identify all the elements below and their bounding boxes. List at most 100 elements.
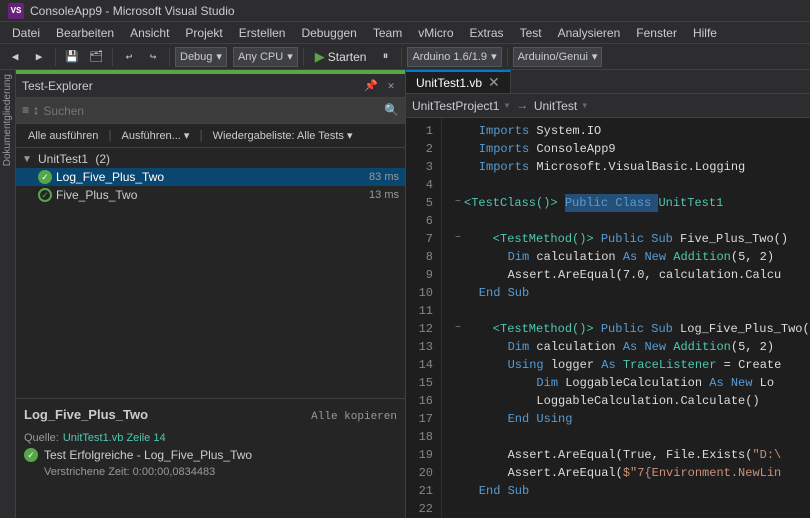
filter-icon: ≡ (22, 104, 29, 118)
details-title: Log_Five_Plus_Two (24, 407, 148, 422)
test-explorer-header: Test-Explorer 📌 ✕ (16, 74, 405, 98)
code-line-17: End Using (450, 410, 802, 428)
toolbar-sep-2 (112, 48, 113, 66)
test-explorer-panel: Test-Explorer 📌 ✕ ≡ ↕ 🔍 Alle ausführen |… (16, 70, 406, 518)
history-btn[interactable]: Wiedergabeliste: Alle Tests ▾ (207, 127, 359, 144)
code-line-16: LoggableCalculation.Calculate() (450, 392, 802, 410)
search-icons: ≡ ↕ (22, 104, 39, 118)
history-chevron-icon: ▾ (347, 130, 353, 142)
code-area: 123456789101112131415161718192021222324 … (406, 118, 810, 518)
menu-item-vmicro[interactable]: vMicro (410, 24, 461, 42)
code-line-19: Assert.AreEqual(True, File.Exists("D:\ (450, 446, 802, 464)
code-line-21: End Sub (450, 482, 802, 500)
board-chevron: ▾ (592, 50, 598, 63)
expand-btn-5[interactable]: − (452, 197, 464, 209)
code-line-9: Assert.AreEqual(7.0, calculation.Calcu (450, 266, 802, 284)
code-line-2: Imports ConsoleApp9 (450, 140, 802, 158)
toolbar-sep-4 (303, 48, 304, 66)
test-name-log: Log_Five_Plus_Two (56, 170, 365, 184)
pin-btn[interactable]: 📌 (363, 78, 379, 94)
editor-tab-unittest[interactable]: UnitTest1.vb ✕ (406, 70, 511, 93)
copy-all-btn[interactable]: Alle kopieren (311, 411, 397, 423)
menu-item-analysieren[interactable]: Analysieren (550, 24, 629, 42)
run-chevron-icon: ▾ (184, 130, 190, 142)
success-icon: ✓ (24, 448, 38, 462)
save-all-btn[interactable]: 🗂 (85, 46, 107, 68)
expand-btn-7[interactable]: − (452, 233, 464, 245)
toolbar: ◀ ▶ 💾 🗂 ↩ ↪ Debug ▾ Any CPU ▾ ▶ Starten … (0, 44, 810, 70)
group-name: UnitTest1 (38, 152, 88, 166)
test-name-five: Five_Plus_Two (56, 188, 365, 202)
test-status-outline-icon: ✓ (38, 188, 52, 202)
nav-class-chevron-icon: ▾ (581, 98, 588, 113)
code-content[interactable]: Imports System.IO Imports ConsoleApp9 Im… (442, 118, 810, 518)
device-chevron: ▾ (491, 50, 497, 63)
tree-group-header[interactable]: ▼ UnitTest1 (2) (16, 150, 405, 168)
save-btn[interactable]: 💾 (61, 46, 83, 68)
test-time-log: 83 ms (369, 171, 399, 183)
tab-close-btn[interactable]: ✕ (488, 74, 500, 91)
redo-btn[interactable]: ↪ (142, 46, 164, 68)
menu-item-projekt[interactable]: Projekt (177, 24, 230, 42)
code-line-12: − <TestMethod()> Public Sub Log_Five_Plu… (450, 320, 802, 338)
board-label: Arduino/Genui (518, 51, 588, 63)
code-line-8: Dim calculation As New Addition(5, 2) (450, 248, 802, 266)
menu-item-team[interactable]: Team (365, 24, 410, 42)
run-all-btn[interactable]: Alle ausführen (22, 128, 104, 144)
details-time: Verstrichene Zeit: 0:00:00,0834483 (24, 466, 397, 478)
menu-item-bearbeiten[interactable]: Bearbeiten (48, 24, 122, 42)
forward-btn[interactable]: ▶ (28, 46, 50, 68)
tree-item-log-five-plus-two[interactable]: ✓ Log_Five_Plus_Two 83 ms (16, 168, 405, 186)
search-icon: 🔍 (384, 103, 399, 118)
code-line-5: −<TestClass()> Public Class UnitTest1 (450, 194, 802, 212)
platform-label: Any CPU (238, 51, 283, 63)
code-line-3: Imports Microsoft.VisualBasic.Logging (450, 158, 802, 176)
test-tree: ▼ UnitTest1 (2) ✓ Log_Five_Plus_Two 83 m… (16, 148, 405, 398)
source-label: Quelle: (24, 432, 59, 444)
close-panel-btn[interactable]: ✕ (383, 78, 399, 94)
board-dropdown[interactable]: Arduino/Genui ▾ (513, 47, 603, 67)
code-line-13: Dim calculation As New Addition(5, 2) (450, 338, 802, 356)
tree-item-five-plus-two[interactable]: ✓ Five_Plus_Two 13 ms (16, 186, 405, 204)
menu-item-extras[interactable]: Extras (462, 24, 512, 42)
run-selected-btn[interactable]: Ausführen... ▾ (116, 127, 196, 144)
details-source-row: Quelle: UnitTest1.vb Zeile 14 (24, 432, 397, 444)
undo-btn[interactable]: ↩ (118, 46, 140, 68)
toolbar-sep-6 (507, 48, 508, 66)
line-numbers: 123456789101112131415161718192021222324 (406, 118, 442, 518)
toolbar-sep-5 (401, 48, 402, 66)
details-panel: Log_Five_Plus_Two Alle kopieren Quelle: … (16, 398, 405, 518)
device-dropdown[interactable]: Arduino 1.6/1.9 ▾ (407, 47, 501, 67)
code-line-11 (450, 302, 802, 320)
nav-project: UnitTestProject1 (412, 99, 499, 113)
menu-item-ansicht[interactable]: Ansicht (122, 24, 177, 42)
group-toggle-icon: ▼ (22, 154, 34, 165)
code-line-18 (450, 428, 802, 446)
menu-item-erstellen[interactable]: Erstellen (231, 24, 294, 42)
menu-item-hilfe[interactable]: Hilfe (685, 24, 725, 42)
success-text: Test Erfolgreiche - Log_Five_Plus_Two (44, 448, 252, 462)
search-bar: ≡ ↕ 🔍 (16, 98, 405, 124)
back-btn[interactable]: ◀ (4, 46, 26, 68)
nav-arrow-icon: ▾ (503, 98, 510, 113)
menu-item-test[interactable]: Test (512, 24, 550, 42)
start-label: Starten (328, 50, 367, 64)
main-area: Dokumentgliederung Test-Explorer 📌 ✕ ≡ ↕… (0, 70, 810, 518)
menu-item-datei[interactable]: Datei (4, 24, 48, 42)
menu-item-debuggen[interactable]: Debuggen (293, 24, 364, 42)
code-line-14: Using logger As TraceListener = Create (450, 356, 802, 374)
menu-item-fenster[interactable]: Fenster (628, 24, 685, 42)
app-title: ConsoleApp9 - Microsoft Visual Studio (30, 4, 235, 18)
run-selected-label: Ausführen... (122, 130, 181, 142)
config-chevron: ▾ (216, 50, 222, 63)
device-label: Arduino 1.6/1.9 (412, 51, 487, 63)
config-dropdown[interactable]: Debug ▾ (175, 47, 227, 67)
title-bar: VS ConsoleApp9 - Microsoft Visual Studio (0, 0, 810, 22)
platform-dropdown[interactable]: Any CPU ▾ (233, 47, 298, 67)
pause-btn[interactable]: ⏸ (374, 46, 396, 68)
search-input[interactable] (43, 104, 380, 118)
expand-btn-12[interactable]: − (452, 323, 464, 335)
test-group-unittest1: ▼ UnitTest1 (2) ✓ Log_Five_Plus_Two 83 m… (16, 148, 405, 206)
start-button[interactable]: ▶ Starten (309, 49, 373, 65)
source-link[interactable]: UnitTest1.vb Zeile 14 (63, 432, 166, 444)
